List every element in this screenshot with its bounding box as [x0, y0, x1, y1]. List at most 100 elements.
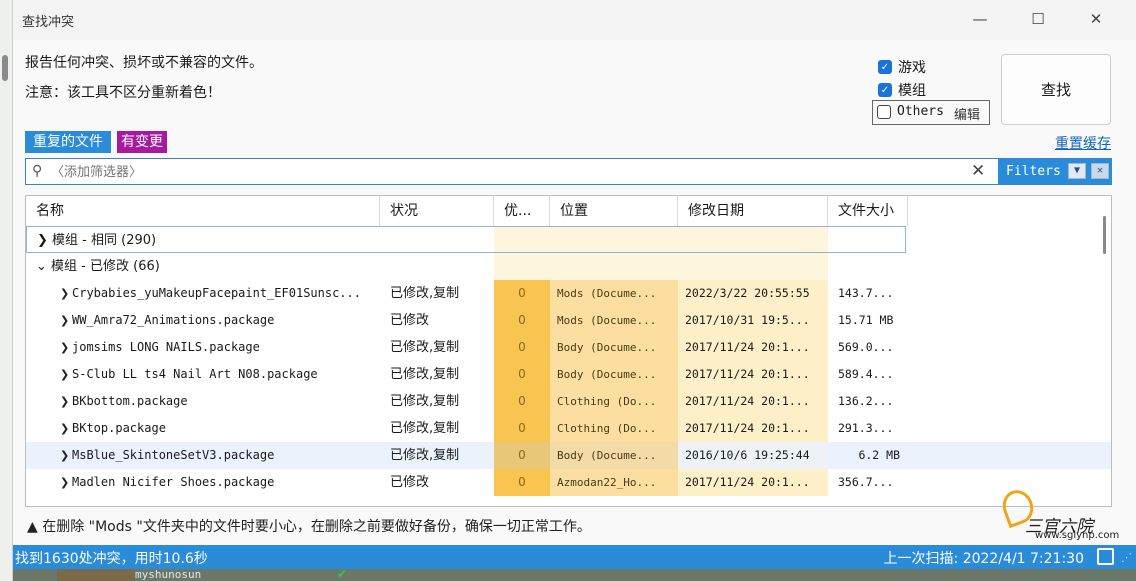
cell-priority: 0 [494, 388, 550, 415]
cell-location: Body (Docume... [550, 442, 678, 469]
resize-grip-icon[interactable]: ⋰ [1121, 551, 1132, 564]
cell-location: Mods (Docume... [550, 280, 678, 307]
maximize-button[interactable]: ☐ [1009, 0, 1067, 38]
cell-priority: 0 [494, 415, 550, 442]
games-label: 游戏 [898, 60, 926, 76]
filters-label: Filters [1006, 164, 1061, 179]
cell-name: BKbottom.package [72, 394, 188, 408]
cell-date: 2017/11/24 20:1... [678, 361, 828, 388]
chevron-right-icon: ❯ [60, 314, 70, 327]
chevron-down-icon: ⌄ [36, 259, 52, 274]
note-text: 注意：该工具不区分重新着色！ [25, 85, 221, 101]
warning-message: ▲ 在删除 "Mods "文件夹中的文件时要小心，在删除之前要做好备份，确保一切… [27, 516, 591, 536]
vertical-scrollbar[interactable] [1099, 196, 1111, 506]
cell-status: 已修改 [390, 475, 430, 490]
filter-icon[interactable]: ▼ [1068, 163, 1086, 179]
tab-duplicate-files[interactable]: 重复的文件 [25, 131, 111, 153]
column-header-location[interactable]: 位置 [550, 196, 678, 226]
watermark-url: www.sglynp.com [1035, 530, 1120, 541]
cell-name: jomsims LONG NAILS.package [72, 340, 260, 354]
unchecked-box-icon [877, 104, 891, 119]
cell-size: 291.3... [838, 421, 894, 435]
chevron-right-icon: ❯ [60, 395, 70, 408]
group-row-mods-same[interactable]: ❯ 模组 - 相同 (290) [26, 226, 906, 253]
title-bar: 查找冲突 — ☐ ✕ [13, 0, 1136, 40]
save-icon[interactable] [1097, 548, 1114, 565]
checkmark-icon: ✓ [878, 60, 892, 74]
table-row-selected[interactable]: ❯ MsBlue_SkintoneSetV3.package 已修改,复制 0 … [26, 442, 1111, 469]
table-row[interactable]: ❯ BKbottom.package 已修改,复制 0 Clothing (Do… [26, 388, 1111, 415]
column-header-name[interactable]: 名称 [26, 196, 380, 226]
checkmark-icon: ✔ [337, 567, 348, 581]
background-scrollbar [2, 55, 8, 81]
group-row-mods-modified[interactable]: ⌄ 模组 - 已修改 (66) [26, 253, 906, 280]
checkmark-icon: ✓ [878, 83, 892, 97]
cell-location: Clothing (Do... [550, 388, 678, 415]
tab-changed[interactable]: 有变更 [117, 131, 167, 153]
cell-size: 589.4... [838, 367, 894, 381]
search-icon: ⚲ [32, 163, 43, 179]
filter-input[interactable] [51, 161, 951, 183]
cell-date: 2017/11/24 20:1... [678, 334, 828, 361]
column-header-priority[interactable]: 优... [494, 196, 550, 226]
chevron-right-icon: ❯ [60, 449, 70, 462]
cell-location: Body (Docume... [550, 334, 678, 361]
table-row[interactable]: ❯ WW_Amra72_Animations.package 已修改 0 Mod… [26, 307, 1111, 334]
others-edit-link[interactable]: 编辑 [954, 104, 980, 123]
column-header-status[interactable]: 状况 [380, 196, 494, 226]
clear-filter-funnel-icon[interactable]: ✕ [1091, 163, 1109, 179]
cell-status: 已修改,复制 [390, 394, 460, 409]
cell-name: S-Club LL ts4 Nail Art N08.package [72, 367, 318, 381]
mods-checkbox[interactable]: ✓ 模组 [878, 80, 926, 100]
clear-filter-icon[interactable]: ✕ [971, 161, 985, 181]
find-conflicts-window: 查找冲突 — ☐ ✕ 报告任何冲突、损坏或不兼容的文件。 注意：该工具不区分重新… [12, 0, 1136, 581]
games-checkbox[interactable]: ✓ 游戏 [878, 57, 926, 77]
warning-text: 在删除 "Mods "文件夹中的文件时要小心，在删除之前要做好备份，确保一切正常… [42, 519, 591, 535]
chevron-right-icon: ❯ [60, 368, 70, 381]
minimize-button[interactable]: — [951, 0, 1009, 38]
scrollbar-thumb[interactable] [1103, 216, 1106, 254]
cell-date: 2017/11/24 20:1... [678, 415, 828, 442]
others-checkbox[interactable]: Others [877, 104, 944, 119]
cell-status: 已修改 [390, 313, 430, 328]
cell-size: 6.2 MB [858, 448, 900, 462]
table-row[interactable]: ❯ S-Club LL ts4 Nail Art N08.package 已修改… [26, 361, 1111, 388]
cell-location: Clothing (Do... [550, 415, 678, 442]
table-row[interactable]: ❯ Madlen Nicifer Shoes.package 已修改 0 Azm… [26, 469, 1111, 496]
cell-name: Madlen Nicifer Shoes.package [72, 475, 275, 489]
cell-date: 2016/10/6 19:25:44 [678, 442, 828, 469]
cell-location: Azmodan22_Ho... [550, 469, 678, 496]
cell-date: 2017/11/24 20:1... [678, 469, 828, 496]
last-scan-status: 上一次扫描: 2022/4/1 7:21:30 [883, 551, 1084, 567]
cell-location: Mods (Docume... [550, 307, 678, 334]
cell-size: 15.71 MB [838, 313, 894, 327]
reset-cache-link[interactable]: 重置缓存 [1055, 133, 1111, 153]
cell-date: 2022/3/22 20:55:55 [678, 280, 828, 307]
cell-priority: 0 [494, 361, 550, 388]
conflicts-table: 名称 状况 优... 位置 修改日期 文件大小 ❯ 模组 - 相同 (290) … [25, 195, 1112, 507]
close-button[interactable]: ✕ [1067, 0, 1125, 38]
table-row[interactable]: ❯ Crybabies_yuMakeupFacepaint_EF01Sunsc.… [26, 280, 1111, 307]
column-header-file-size[interactable]: 文件大小 [828, 196, 908, 226]
chevron-right-icon: ❯ [60, 476, 70, 489]
cell-date: 2017/11/24 20:1... [678, 388, 828, 415]
search-button[interactable]: 查找 [1001, 54, 1111, 125]
description-text: 报告任何冲突、损坏或不兼容的文件。 [25, 55, 263, 71]
cell-name: BKtop.package [72, 421, 166, 435]
background-app-strip: myshunosun ✔ [13, 567, 1136, 581]
cell-priority: 0 [494, 307, 550, 334]
cell-status: 已修改,复制 [390, 340, 460, 355]
cell-priority: 0 [494, 334, 550, 361]
mods-label: 模组 [898, 83, 926, 99]
table-row[interactable]: ❯ BKtop.package 已修改,复制 0 Clothing (Do...… [26, 415, 1111, 442]
filters-button[interactable]: Filters ▼ ✕ [998, 159, 1112, 184]
table-row[interactable]: ❯ jomsims LONG NAILS.package 已修改,复制 0 Bo… [26, 334, 1111, 361]
chevron-right-icon: ❯ [60, 422, 70, 435]
column-header-modified-date[interactable]: 修改日期 [678, 196, 828, 226]
status-bar: 找到1630处冲突，用时10.6秒 上一次扫描: 2022/4/1 7:21:3… [13, 545, 1136, 569]
cell-location: Body (Docume... [550, 361, 678, 388]
background-username: myshunosun [135, 568, 202, 581]
chevron-right-icon: ❯ [60, 287, 70, 300]
group-label: 模组 - 相同 (290) [52, 233, 157, 248]
cell-priority: 0 [494, 280, 550, 307]
